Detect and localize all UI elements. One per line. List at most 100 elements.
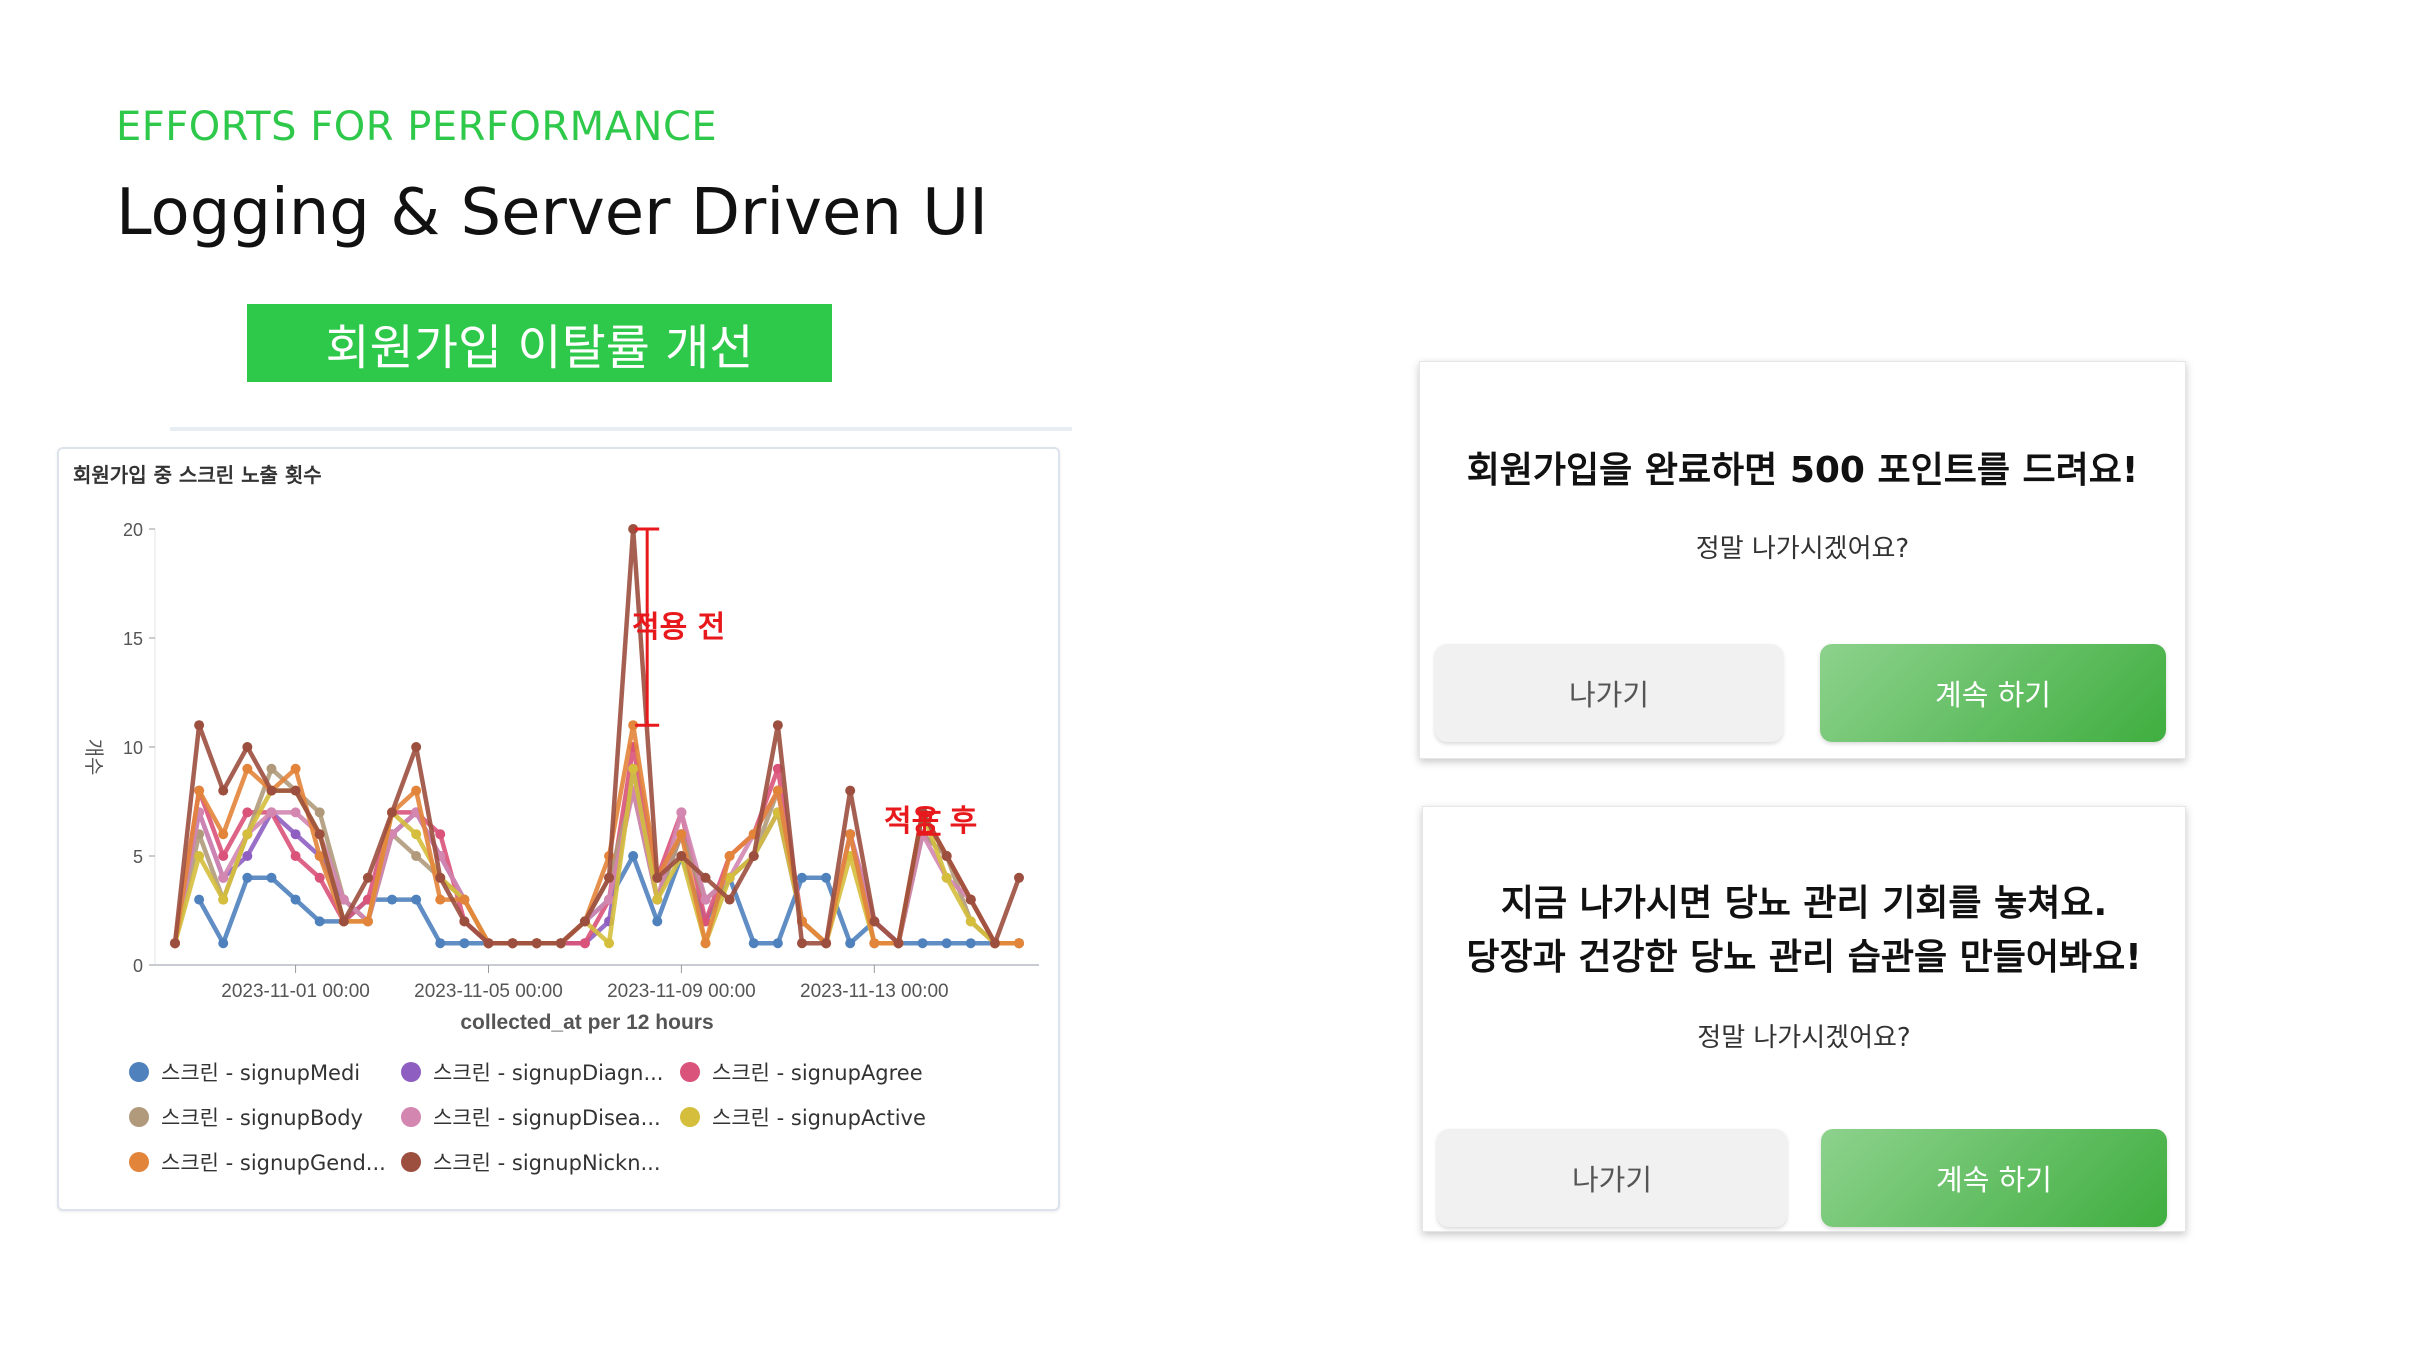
data-point <box>845 785 856 796</box>
series-line-2 <box>172 744 1019 946</box>
dialog-subtitle: 정말 나가시겠어요? <box>1695 534 1910 564</box>
data-point <box>845 829 856 840</box>
data-point <box>290 785 301 796</box>
legend-swatch <box>401 1152 421 1172</box>
data-point <box>242 872 253 883</box>
y-tick-label: 5 <box>133 847 143 867</box>
data-point <box>194 785 205 796</box>
y-tick-label: 0 <box>133 956 143 976</box>
data-point <box>362 872 373 883</box>
legend-label: 스크린 - signupNickn... <box>433 1151 661 1175</box>
data-point <box>314 872 325 883</box>
data-point <box>965 938 976 949</box>
data-point <box>194 851 205 861</box>
legend-label: 스크린 - signupAgree <box>712 1061 923 1085</box>
legend-item[interactable]: 스크린 - signupBody <box>129 1102 363 1132</box>
data-point <box>676 807 687 818</box>
exit-dialog-diabetes: 지금 나가시면 당뇨 관리 기회를 놓쳐요. 당장과 건강한 당뇨 관리 습관을… <box>1422 806 2186 1232</box>
eyebrow-label: EFFORTS FOR PERFORMANCE <box>116 104 718 150</box>
annotation-after: 적용 후 <box>884 804 978 839</box>
legend-label: 스크린 - signupDisea... <box>433 1106 661 1130</box>
legend-label: 스크린 - signupBody <box>161 1106 363 1130</box>
data-point <box>290 894 301 905</box>
data-point <box>724 894 735 905</box>
data-point <box>579 938 590 949</box>
data-point <box>869 916 880 927</box>
continue-button[interactable]: 계속 하기 <box>1820 644 2166 742</box>
data-point <box>242 807 253 818</box>
data-point <box>362 916 373 927</box>
data-point <box>869 938 880 949</box>
legend-item[interactable]: 스크린 - signupNickn... <box>401 1147 661 1177</box>
data-point <box>266 763 277 774</box>
data-point <box>821 872 832 883</box>
legend-label: 스크린 - signupDiagn... <box>433 1061 664 1085</box>
data-point <box>724 851 735 861</box>
data-point <box>387 894 398 905</box>
data-point <box>435 938 446 949</box>
data-point <box>772 720 783 731</box>
data-point <box>941 851 952 861</box>
data-point <box>218 785 229 796</box>
legend-item[interactable]: 스크린 - signupAgree <box>680 1057 923 1087</box>
legend-item[interactable]: 스크린 - signupMedi <box>129 1057 360 1087</box>
data-point <box>242 851 253 861</box>
legend-item[interactable]: 스크린 - signupGend... <box>129 1147 386 1177</box>
data-point <box>845 938 856 949</box>
exit-button[interactable]: 나가기 <box>1435 644 1783 742</box>
page-title: Logging & Server Driven UI <box>116 176 988 250</box>
data-point <box>411 894 422 905</box>
legend-item[interactable]: 스크린 - signupActive <box>680 1102 926 1132</box>
data-point <box>941 872 952 883</box>
dialog-title-line-2: 당장과 건강한 당뇨 관리 습관을 만들어봐요! <box>1466 937 2142 978</box>
dialog-subtitle: 정말 나가시겠어요? <box>1697 1023 1911 1053</box>
legend-swatch <box>401 1107 421 1127</box>
data-point <box>989 938 1000 949</box>
legend-item[interactable]: 스크린 - signupDiagn... <box>401 1057 663 1087</box>
data-point <box>1014 938 1024 949</box>
data-point <box>893 938 904 949</box>
data-point <box>652 916 663 927</box>
data-point <box>748 938 759 949</box>
legend-label: 스크린 - signupMedi <box>161 1061 361 1085</box>
section-badge: 회원가입 이탈률 개선 <box>247 304 832 382</box>
data-point <box>194 720 205 731</box>
x-tick-label: 2023-11-01 00:00 <box>221 981 370 1002</box>
data-point <box>266 807 277 818</box>
x-tick-label: 2023-11-05 00:00 <box>414 981 563 1002</box>
chart-top-divider <box>170 427 1072 431</box>
data-point <box>652 894 663 905</box>
data-point <box>411 742 422 752</box>
data-point <box>628 763 639 774</box>
exit-dialog-points: 회원가입을 완료하면 500 포인트를 드려요! 정말 나가시겠어요? 나가기 … <box>1419 361 2186 759</box>
data-point <box>435 872 446 883</box>
data-point <box>965 894 976 905</box>
data-point <box>387 807 398 818</box>
data-point <box>242 763 253 774</box>
data-point <box>218 894 229 905</box>
data-point <box>821 938 832 949</box>
legend-label: 스크린 - signupActive <box>712 1106 926 1130</box>
data-point <box>772 785 783 796</box>
legend-swatch <box>129 1062 149 1082</box>
data-point <box>676 829 687 840</box>
exit-button[interactable]: 나가기 <box>1437 1129 1787 1227</box>
y-tick-label: 15 <box>123 629 143 649</box>
data-point <box>194 894 205 905</box>
legend-swatch <box>401 1062 421 1082</box>
data-point <box>459 894 470 905</box>
series-line-7 <box>172 526 1022 946</box>
y-tick-label: 10 <box>123 738 143 758</box>
legend-swatch <box>129 1152 149 1172</box>
data-point <box>652 872 663 883</box>
continue-button[interactable]: 계속 하기 <box>1821 1129 2167 1227</box>
y-axis-label: 개수 <box>82 739 106 776</box>
data-point <box>700 872 711 883</box>
dialog-title: 회원가입을 완료하면 500 포인트를 드려요! <box>1466 450 2139 491</box>
data-point <box>411 851 422 861</box>
data-point <box>290 829 301 840</box>
data-point <box>604 872 615 883</box>
data-point <box>748 851 759 861</box>
legend-swatch <box>680 1107 700 1127</box>
legend-item[interactable]: 스크린 - signupDisea... <box>401 1102 661 1132</box>
